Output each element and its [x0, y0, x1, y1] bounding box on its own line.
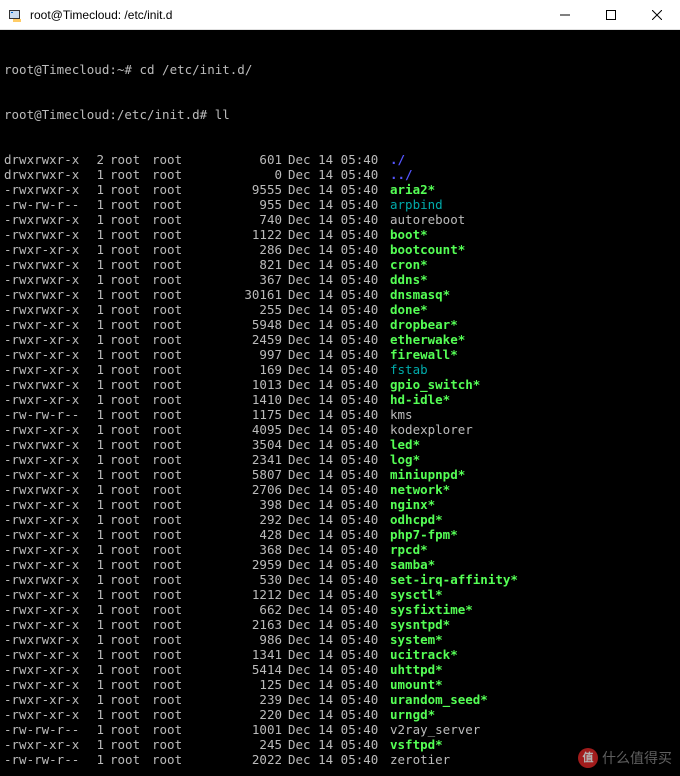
listing-row: -rwxrwxr-x1rootroot530Dec 14 05:40set-ir… — [4, 572, 676, 587]
listing-row: -rw-rw-r--1rootroot1175Dec 14 05:40kms — [4, 407, 676, 422]
listing-row: -rwxr-xr-x1rootroot220Dec 14 05:40urngd* — [4, 707, 676, 722]
maximize-button[interactable] — [588, 0, 634, 30]
listing-row: -rwxrwxr-x1rootroot367Dec 14 05:40ddns* — [4, 272, 676, 287]
listing-row: -rwxr-xr-x1rootroot169Dec 14 05:40fstab — [4, 362, 676, 377]
listing-row: -rwxrwxr-x1rootroot30161Dec 14 05:40dnsm… — [4, 287, 676, 302]
listing-row: -rwxr-xr-x1rootroot368Dec 14 05:40rpcd* — [4, 542, 676, 557]
titlebar[interactable]: root@Timecloud: /etc/init.d — [0, 0, 680, 30]
listing-row: -rwxrwxr-x1rootroot740Dec 14 05:40autore… — [4, 212, 676, 227]
listing-row: -rw-rw-r--1rootroot1001Dec 14 05:40v2ray… — [4, 722, 676, 737]
listing-row: -rwxr-xr-x1rootroot2341Dec 14 05:40log* — [4, 452, 676, 467]
listing-row: -rwxr-xr-x1rootroot997Dec 14 05:40firewa… — [4, 347, 676, 362]
listing-row: -rwxr-xr-x1rootroot5948Dec 14 05:40dropb… — [4, 317, 676, 332]
app-window: root@Timecloud: /etc/init.d root@Timeclo… — [0, 0, 680, 776]
minimize-button[interactable] — [542, 0, 588, 30]
listing-row: -rwxr-xr-x1rootroot2163Dec 14 05:40sysnt… — [4, 617, 676, 632]
listing-row: -rw-rw-r--1rootroot955Dec 14 05:40arpbin… — [4, 197, 676, 212]
listing-row: -rwxrwxr-x1rootroot986Dec 14 05:40system… — [4, 632, 676, 647]
listing-row: -rwxrwxr-x1rootroot255Dec 14 05:40done* — [4, 302, 676, 317]
listing-row: -rwxr-xr-x1rootroot292Dec 14 05:40odhcpd… — [4, 512, 676, 527]
listing-row: -rwxrwxr-x1rootroot3504Dec 14 05:40led* — [4, 437, 676, 452]
command-line-2: root@Timecloud:/etc/init.d# ll — [4, 107, 676, 122]
listing-row: -rwxrwxr-x1rootroot1013Dec 14 05:40gpio_… — [4, 377, 676, 392]
terminal-area[interactable]: root@Timecloud:~# cd /etc/init.d/ root@T… — [0, 30, 680, 776]
watermark-text: 什么值得买 — [602, 751, 672, 766]
listing-row: -rwxr-xr-x1rootroot286Dec 14 05:40bootco… — [4, 242, 676, 257]
listing-row: drwxrwxr-x1rootroot0Dec 14 05:40../ — [4, 167, 676, 182]
listing-row: -rwxr-xr-x1rootroot2459Dec 14 05:40ether… — [4, 332, 676, 347]
listing-row: -rwxrwxr-x1rootroot821Dec 14 05:40cron* — [4, 257, 676, 272]
window-controls — [542, 0, 680, 30]
listing-row: -rwxr-xr-x1rootroot398Dec 14 05:40nginx* — [4, 497, 676, 512]
watermark-badge: 值 — [578, 748, 598, 768]
listing-row: -rwxrwxr-x1rootroot1122Dec 14 05:40boot* — [4, 227, 676, 242]
listing-row: -rwxr-xr-x1rootroot5414Dec 14 05:40uhttp… — [4, 662, 676, 677]
listing-row: -rwxr-xr-x1rootroot4095Dec 14 05:40kodex… — [4, 422, 676, 437]
command-line-1: root@Timecloud:~# cd /etc/init.d/ — [4, 62, 676, 77]
listing-row: drwxrwxr-x2rootroot601Dec 14 05:40./ — [4, 152, 676, 167]
listing-row: -rwxr-xr-x1rootroot662Dec 14 05:40sysfix… — [4, 602, 676, 617]
watermark: 值 什么值得买 — [578, 748, 672, 768]
listing-row: -rwxr-xr-x1rootroot5807Dec 14 05:40miniu… — [4, 467, 676, 482]
listing-row: -rwxr-xr-x1rootroot1212Dec 14 05:40sysct… — [4, 587, 676, 602]
listing-row: -rwxr-xr-x1rootroot428Dec 14 05:40php7-f… — [4, 527, 676, 542]
listing-row: -rwxr-xr-x1rootroot1341Dec 14 05:40ucitr… — [4, 647, 676, 662]
putty-icon — [8, 7, 24, 23]
listing-row: -rwxr-xr-x1rootroot245Dec 14 05:40vsftpd… — [4, 737, 676, 752]
close-button[interactable] — [634, 0, 680, 30]
listing-row: -rw-rw-r--1rootroot2022Dec 14 05:40zerot… — [4, 752, 676, 767]
directory-listing: drwxrwxr-x2rootroot601Dec 14 05:40./drwx… — [4, 152, 676, 767]
listing-row: -rwxr-xr-x1rootroot1410Dec 14 05:40hd-id… — [4, 392, 676, 407]
listing-row: -rwxrwxr-x1rootroot2706Dec 14 05:40netwo… — [4, 482, 676, 497]
listing-row: -rwxr-xr-x1rootroot125Dec 14 05:40umount… — [4, 677, 676, 692]
listing-row: -rwxr-xr-x1rootroot2959Dec 14 05:40samba… — [4, 557, 676, 572]
listing-row: -rwxr-xr-x1rootroot239Dec 14 05:40urando… — [4, 692, 676, 707]
listing-row: -rwxrwxr-x1rootroot9555Dec 14 05:40aria2… — [4, 182, 676, 197]
window-title: root@Timecloud: /etc/init.d — [30, 8, 542, 22]
